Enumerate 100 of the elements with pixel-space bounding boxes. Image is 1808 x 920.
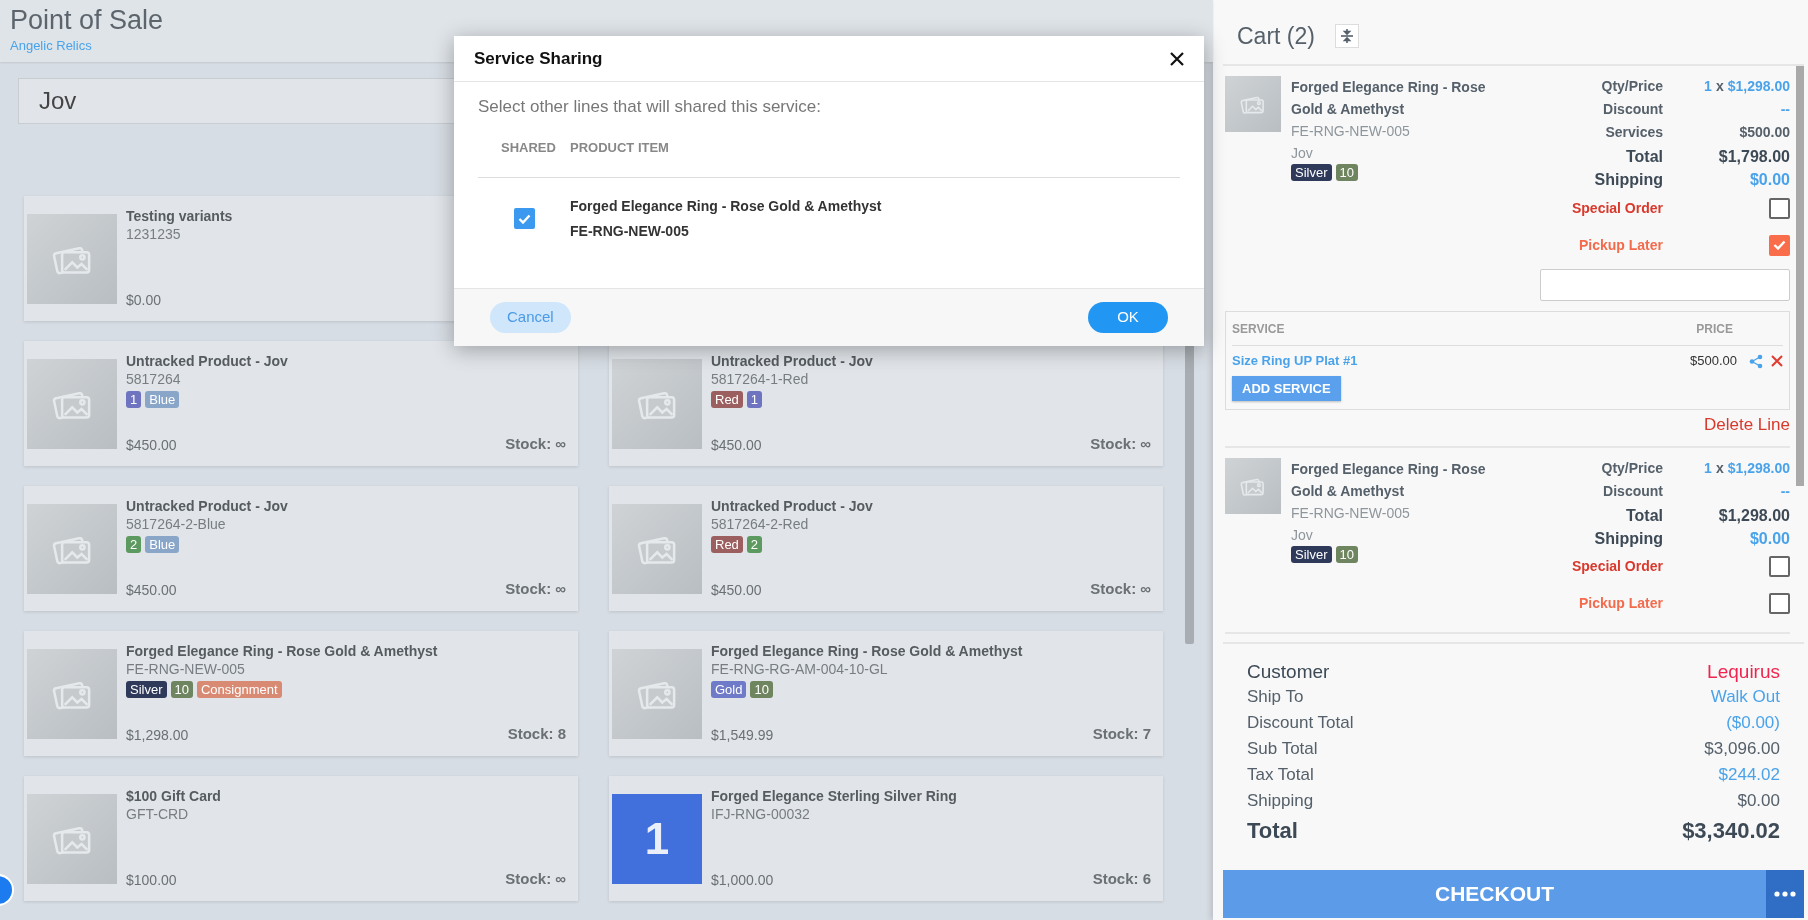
ok-button[interactable]: OK <box>1088 301 1168 333</box>
pickup-later-label: Pickup Later <box>1578 594 1663 614</box>
cart-item-name: Forged Elegance Ring - Rose Gold & Amethyst <box>1291 78 1487 119</box>
checkbox[interactable] <box>1769 197 1790 219</box>
stock-count: Stock: 8 <box>507 724 566 744</box>
tag: Red <box>711 390 743 408</box>
dialog-prompt: Select other lines that will shared this service: <box>478 96 822 118</box>
close-icon[interactable] <box>1170 51 1184 66</box>
line-label: Shipping <box>1594 528 1663 549</box>
product-card[interactable]: $100 Gift Card GFT-CRD $100.00 Stock: ∞ <box>24 776 578 901</box>
collapse-icon[interactable] <box>1334 24 1359 48</box>
stock-count: Stock: 7 <box>1092 724 1151 744</box>
cart-item-name: Forged Elegance Ring - Rose Gold & Amethyst <box>1291 459 1487 501</box>
ellipsis-icon <box>1774 891 1796 897</box>
tag: Silver <box>1291 545 1332 563</box>
summary-value[interactable]: Walk Out <box>1710 684 1780 710</box>
number-thumbnail: 1 <box>612 793 702 884</box>
column-header: PRICE <box>1696 320 1733 338</box>
image-placeholder-icon <box>27 503 117 594</box>
add-service-button[interactable]: ADD SERVICE <box>1232 376 1341 402</box>
service-link[interactable]: Size Ring UP Plat #1 <box>1232 351 1690 371</box>
summary-label: Customer <box>1247 660 1330 684</box>
tag: 10 <box>1335 545 1358 563</box>
product-price: $450.00 <box>711 580 762 600</box>
stock-count: Stock: ∞ <box>505 434 566 454</box>
product-card[interactable]: 1 Forged Elegance Sterling Silver Ring IFJ-RNG-00032 $1,000.00 Stock: 6 <box>609 776 1163 901</box>
summary-label: Sub Total <box>1247 738 1318 760</box>
cart-item-vendor: Jov <box>1291 144 1314 163</box>
image-placeholder-icon <box>612 358 702 449</box>
price-link[interactable]: $1,298.00 <box>1727 76 1790 97</box>
stock-count: Stock: ∞ <box>1090 434 1151 454</box>
product-sku: FE-RNG-RG-AM-004-10-GL <box>711 659 888 678</box>
summary-value[interactable]: ($0.00) <box>1726 710 1780 736</box>
cart-title: Cart (2) <box>1237 21 1315 51</box>
remove-icon[interactable] <box>1771 355 1783 367</box>
column-header: SERVICE <box>1232 320 1285 338</box>
discount-link[interactable]: -- <box>1780 99 1790 120</box>
delete-line-link[interactable]: Delete Line <box>1704 412 1790 438</box>
cancel-button[interactable]: Cancel <box>490 301 571 333</box>
product-card[interactable]: Untracked Product - Jov 5817264 1 Blue $450.00 Stock: ∞ <box>24 341 578 466</box>
product-price: $0.00 <box>126 290 162 310</box>
summary-label: Ship To <box>1247 686 1304 708</box>
checkbox[interactable] <box>513 208 535 229</box>
quantity-link[interactable]: 1 <box>1704 76 1712 97</box>
quantity-link[interactable]: 1 <box>1704 457 1712 479</box>
product-name: Forged Elegance Ring - Rose Gold & Amethyst <box>711 641 1023 660</box>
note-field[interactable] <box>1540 269 1790 301</box>
discount-link[interactable]: -- <box>1780 480 1790 502</box>
line-total: $1,798.00 <box>1718 147 1790 167</box>
tag: 2 <box>746 535 763 553</box>
product-name: Forged Elegance Ring - Rose Gold & Amethyst <box>126 641 438 660</box>
tag: 10 <box>1335 164 1358 181</box>
share-icon[interactable] <box>1749 353 1763 369</box>
check-icon <box>1773 240 1786 250</box>
product-card[interactable]: Forged Elegance Ring - Rose Gold & Amethyst FE-RNG-RG-AM-004-10-GL Gold 10 $1,549.99 Stock: 7 <box>609 631 1163 756</box>
line-label: Total <box>1625 505 1663 526</box>
tag: Red <box>711 535 743 553</box>
dialog-title: Service Sharing <box>474 47 603 70</box>
tag: 2 <box>126 535 142 553</box>
times-sign: x <box>1715 77 1724 96</box>
line-label: Total <box>1625 147 1663 167</box>
cart-item-sku: FE-RNG-NEW-005 <box>1291 503 1411 523</box>
checkbox[interactable] <box>1769 593 1790 615</box>
price-link[interactable]: $1,298.00 <box>1727 457 1790 479</box>
summary-label: Total <box>1247 817 1298 845</box>
shipping-link[interactable]: $0.00 <box>1749 526 1790 551</box>
product-price: $1,549.99 <box>711 725 774 745</box>
image-placeholder-icon <box>27 648 117 739</box>
checkout-button[interactable]: CHECKOUT <box>1223 870 1766 918</box>
scrollbar[interactable] <box>1796 66 1804 486</box>
product-price: $1,298.00 <box>126 725 189 745</box>
summary-label: Discount Total <box>1247 712 1354 734</box>
product-name: Untracked Product - Jov <box>126 496 288 515</box>
checkbox[interactable] <box>1769 556 1790 578</box>
summary-value: $3,340.02 <box>1682 817 1780 845</box>
tag: Consignment <box>197 680 282 698</box>
product-card[interactable]: Untracked Product - Jov 5817264-2-Blue 2 Blue $450.00 Stock: ∞ <box>24 486 578 611</box>
pickup-later-label: Pickup Later <box>1578 235 1663 255</box>
checkbox[interactable] <box>1769 234 1790 256</box>
product-card[interactable]: Untracked Product - Jov 5817264-2-Red Red 2 $450.00 Stock: ∞ <box>609 486 1163 611</box>
summary-value[interactable]: Lequirus <box>1707 658 1780 687</box>
product-price: $450.00 <box>126 580 177 600</box>
line-label: Services <box>1605 123 1663 142</box>
line-label: Qty/Price <box>1601 458 1663 478</box>
image-placeholder-icon <box>1225 76 1281 132</box>
more-options-button[interactable] <box>1766 870 1804 918</box>
summary-value: $0.00 <box>1737 790 1780 812</box>
product-sku: IFJ-RNG-00032 <box>711 804 810 823</box>
shipping-link[interactable]: $0.00 <box>1749 168 1790 192</box>
product-name: Untracked Product - Jov <box>711 351 873 370</box>
product-card[interactable]: Forged Elegance Ring - Rose Gold & Amethyst FE-RNG-NEW-005 Silver 10 Consignment $1,298.00 Stock: 8 <box>24 631 578 756</box>
special-order-label: Special Order <box>1571 198 1663 218</box>
product-price: $450.00 <box>711 435 762 455</box>
summary-value[interactable]: $244.02 <box>1718 762 1780 788</box>
product-sku: FE-RNG-NEW-005 <box>126 659 245 678</box>
product-name: Forged Elegance Sterling Silver Ring <box>711 786 957 805</box>
column-header: SHARED <box>500 139 557 158</box>
page-title: Point of Sale <box>10 4 165 36</box>
check-icon <box>517 213 531 224</box>
image-placeholder-icon <box>612 648 702 739</box>
